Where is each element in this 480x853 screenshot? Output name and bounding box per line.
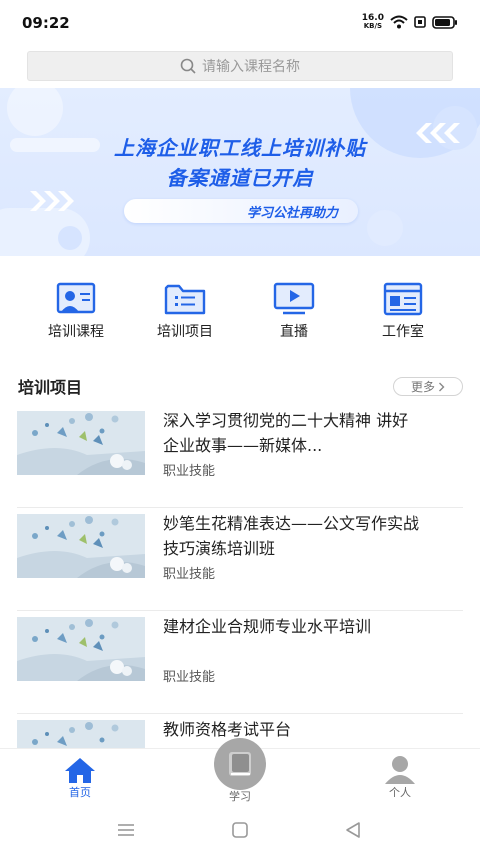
status-icons: 16.0 KB/S [362, 14, 458, 30]
home-icon [65, 758, 95, 783]
more-button[interactable]: 更多 [393, 377, 463, 396]
banner-pill: 学习公社再助力 [124, 199, 358, 223]
course-thumbnail [17, 617, 145, 681]
course-thumbnail [17, 411, 145, 475]
quick-nav-label: 直播 [280, 324, 308, 340]
course-tag: 职业技能 [163, 670, 216, 685]
menu-icon[interactable] [116, 822, 136, 838]
search-placeholder: 请输入课程名称 [202, 59, 300, 75]
more-button-label: 更多 [410, 380, 435, 394]
home-square-icon[interactable] [231, 821, 249, 839]
banner-pill-text: 学习公社再助力 [246, 206, 338, 221]
network-speed: 16.0 KB/S [362, 14, 384, 30]
quick-nav-training-course[interactable]: 培训课程 [21, 282, 131, 341]
course-tag: 职业技能 [163, 464, 216, 479]
course-item[interactable]: 深入学习贯彻党的二十大精神 讲好企业故事——新媒体... 职业技能 [17, 405, 463, 508]
network-speed-unit: KB/S [363, 22, 383, 30]
quick-nav-studio[interactable]: 工作室 [348, 282, 458, 341]
quick-nav: 培训课程 培训项目 直播 工作室 [0, 282, 480, 342]
search-input[interactable]: 请输入课程名称 [27, 51, 453, 81]
quick-nav-label: 培训课程 [48, 324, 104, 340]
course-thumbnail [17, 514, 145, 578]
tab-label: 首页 [69, 786, 91, 799]
quick-nav-live[interactable]: 直播 [239, 282, 349, 341]
tab-home[interactable]: 首页 [40, 749, 120, 800]
quick-nav-label: 培训项目 [157, 324, 213, 340]
app-screen: 09:22 16.0 KB/S 请输入课程名称 上海企业职工线上培训补贴 备案通… [0, 0, 480, 853]
quick-nav-label: 工作室 [382, 324, 424, 340]
status-time: 09:22 [22, 14, 70, 32]
wifi-icon [390, 15, 408, 29]
status-bar: 09:22 16.0 KB/S [0, 0, 480, 44]
tab-label: 个人 [389, 786, 411, 799]
promo-banner[interactable]: 上海企业职工线上培训补贴 备案通道已开启 学习公社再助力 [0, 88, 480, 256]
live-icon [273, 282, 315, 315]
training-course-icon [56, 282, 96, 314]
tab-label: 学习 [229, 790, 251, 803]
banner-title-line2: 备案通道已开启 [166, 166, 314, 190]
course-title: 妙笔生花精准表达——公文写作实战技巧演练培训班 [163, 514, 420, 558]
banner-title-line1: 上海企业职工线上培训补贴 [114, 136, 366, 160]
course-title: 建材企业合规师专业水平培训 [163, 617, 372, 636]
tab-profile[interactable]: 个人 [360, 749, 440, 800]
sim-icon [414, 16, 426, 28]
studio-icon [383, 282, 423, 316]
book-icon [229, 752, 251, 776]
section-title: 培训项目 [18, 378, 83, 397]
user-icon [385, 756, 415, 784]
course-thumbnail-art [17, 514, 145, 578]
course-thumbnail-art [17, 617, 145, 681]
course-title: 深入学习贯彻党的二十大精神 讲好企业故事——新媒体... [163, 411, 409, 455]
course-item[interactable]: 妙笔生花精准表达——公文写作实战技巧演练培训班 职业技能 [17, 508, 463, 611]
course-thumbnail-art [17, 411, 145, 475]
course-item[interactable]: 建材企业合规师专业水平培训 职业技能 [17, 611, 463, 714]
course-title: 教师资格考试平台 [163, 720, 292, 739]
quick-nav-training-project[interactable]: 培训项目 [130, 282, 240, 341]
search-icon [180, 58, 196, 74]
chevron-right-icon [439, 382, 445, 391]
training-project-icon [164, 284, 206, 315]
course-tag: 职业技能 [163, 567, 216, 582]
system-nav-bar [0, 808, 480, 853]
back-icon[interactable] [344, 821, 362, 839]
battery-icon [432, 15, 457, 29]
learn-center-button[interactable] [214, 738, 266, 790]
